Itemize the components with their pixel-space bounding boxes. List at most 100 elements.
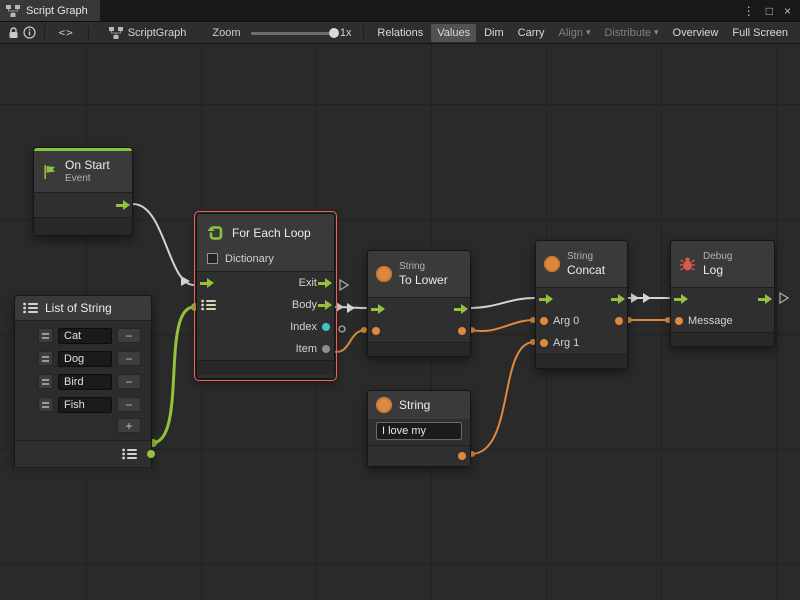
carry-button[interactable]: Carry: [512, 24, 551, 42]
string-value-field[interactable]: I love my: [376, 422, 462, 440]
dim-button[interactable]: Dim: [478, 24, 510, 42]
info-icon[interactable]: [21, 24, 37, 42]
zoom-slider-knob[interactable]: [329, 28, 339, 38]
lock-icon[interactable]: [5, 24, 21, 42]
node-string-literal[interactable]: String I love my: [367, 390, 471, 467]
node-header: For Each Loop Dictionary: [197, 214, 334, 271]
string-type-icon: [376, 397, 392, 413]
index-port-label: Index: [290, 321, 317, 333]
result-out-port[interactable]: [458, 327, 466, 335]
drag-handle-icon[interactable]: [38, 328, 53, 343]
node-title: Concat: [567, 263, 605, 277]
wire-arrowhead: [181, 276, 190, 286]
node-footer: [34, 217, 132, 235]
overview-button[interactable]: Overview: [667, 24, 725, 42]
node-footer: [368, 342, 470, 356]
node-header: Debug Log: [671, 241, 774, 287]
node-footer: [15, 467, 151, 477]
list-item-field[interactable]: Cat: [58, 328, 112, 344]
flag-icon: [42, 164, 58, 180]
full-screen-button[interactable]: Full Screen: [726, 24, 794, 42]
item-port[interactable]: [322, 345, 330, 353]
add-item-button[interactable]: +: [117, 418, 141, 433]
values-button[interactable]: Values: [431, 24, 476, 42]
remove-item-button[interactable]: −: [117, 328, 141, 343]
string-type-icon: [544, 256, 560, 272]
wire-list-to-foreach: [152, 307, 194, 443]
graph-icon: [109, 27, 123, 39]
node-debug-log[interactable]: Debug Log Message: [670, 240, 775, 347]
tab-script-graph[interactable]: Script Graph: [0, 0, 100, 21]
body-port[interactable]: [318, 300, 332, 310]
chevron-down-icon: ▾: [586, 27, 591, 38]
flow-out-port[interactable]: [116, 200, 130, 210]
node-on-start[interactable]: On Start Event: [33, 147, 133, 236]
arg1-port[interactable]: [540, 339, 548, 347]
titlebar-spacer: [100, 0, 743, 21]
exit-port[interactable]: [318, 278, 332, 288]
node-title: On Start: [65, 158, 110, 172]
drag-handle-icon[interactable]: [38, 397, 53, 412]
arg0-port[interactable]: [540, 317, 548, 325]
list-icon: [122, 448, 137, 460]
align-button[interactable]: Align▾: [553, 24, 597, 42]
remove-item-button[interactable]: −: [117, 397, 141, 412]
dictionary-checkbox[interactable]: [207, 253, 218, 264]
list-item-field[interactable]: Fish: [58, 397, 112, 413]
list-in-port[interactable]: [201, 299, 216, 311]
window-menu-icon[interactable]: ⋮: [743, 4, 755, 18]
graph-canvas[interactable]: On Start Event List of String Cat − Dog: [0, 44, 800, 600]
zoom-slider-track[interactable]: [251, 32, 334, 35]
wire-tolower-to-arg0: [471, 320, 534, 331]
node-footer: [536, 354, 627, 368]
list-out-port[interactable]: [147, 450, 155, 458]
zoom-value: 1x: [340, 27, 352, 39]
drag-handle-icon[interactable]: [38, 374, 53, 389]
remove-item-button[interactable]: −: [117, 351, 141, 366]
graph-toolbar: <> ScriptGraph Zoom 1x Relations Values …: [0, 22, 800, 44]
flow-out-port[interactable]: [611, 294, 625, 304]
node-to-lower[interactable]: String To Lower: [367, 250, 471, 357]
index-port[interactable]: [322, 323, 330, 331]
value-out-port[interactable]: [458, 452, 466, 460]
arg1-label: Arg 1: [553, 337, 579, 349]
code-icon[interactable]: <>: [59, 26, 74, 39]
node-for-each-loop[interactable]: For Each Loop Dictionary Exit Body Index…: [196, 213, 335, 379]
list-items: Cat − Dog − Bird − Fish − +: [15, 321, 151, 440]
wire-arrowhead: [347, 303, 355, 313]
graph-icon: [6, 5, 20, 17]
drag-handle-icon[interactable]: [38, 351, 53, 366]
wire-arrowhead: [631, 293, 639, 303]
wire-item-to-tolower: [331, 330, 366, 352]
flow-in-port[interactable]: [371, 304, 385, 314]
flow-in-port[interactable]: [674, 294, 688, 304]
message-port[interactable]: [675, 317, 683, 325]
flow-in-port[interactable]: [200, 278, 214, 288]
list-item-field[interactable]: Dog: [58, 351, 112, 367]
flow-in-port[interactable]: [539, 294, 553, 304]
remove-item-button[interactable]: −: [117, 374, 141, 389]
result-out-port[interactable]: [615, 317, 623, 325]
node-header: On Start Event: [34, 151, 132, 192]
node-header: List of String: [15, 296, 151, 320]
string-in-port[interactable]: [372, 327, 380, 335]
list-item-field[interactable]: Bird: [58, 374, 112, 390]
graph-breadcrumb[interactable]: ScriptGraph: [109, 27, 187, 39]
distribute-button[interactable]: Distribute▾: [599, 24, 665, 42]
bug-icon: [679, 256, 696, 272]
tab-title: Script Graph: [26, 5, 88, 17]
list-output-row: [15, 441, 151, 467]
message-label: Message: [688, 315, 733, 327]
node-title: Log: [703, 263, 732, 277]
flow-out-port[interactable]: [454, 304, 468, 314]
window-close-icon[interactable]: ×: [784, 4, 791, 18]
node-list-of-string[interactable]: List of String Cat − Dog − Bird − Fish: [14, 295, 152, 468]
node-footer: [671, 332, 774, 346]
node-concat[interactable]: String Concat Arg 0 Arg 1: [535, 240, 628, 369]
chevron-down-icon: ▾: [654, 27, 659, 38]
zoom-slider[interactable]: [251, 26, 334, 40]
relations-button[interactable]: Relations: [371, 24, 429, 42]
window-maximize-icon[interactable]: □: [766, 4, 773, 18]
zoom-label: Zoom: [212, 27, 240, 39]
flow-out-port[interactable]: [758, 294, 772, 304]
